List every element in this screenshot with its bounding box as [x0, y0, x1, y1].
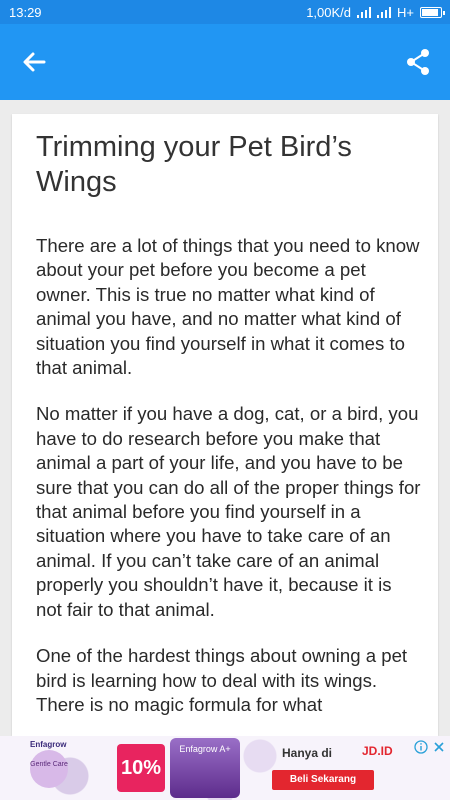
ad-promo: 10%	[117, 744, 165, 792]
close-icon[interactable]	[432, 740, 446, 754]
ad-cta-button[interactable]: Beli Sekarang	[272, 770, 374, 790]
ad-banner[interactable]: Enfagrow Gentle Care 10% Enfagrow A+ Han…	[0, 736, 450, 800]
status-bar: 13:29 1,00K/d H+	[0, 0, 450, 24]
article-title: Trimming your Pet Bird’s Wings	[36, 131, 352, 198]
share-icon[interactable]	[402, 46, 434, 78]
network-type: H+	[397, 5, 414, 20]
article-paragraph: One of the hardest things about owning a…	[36, 645, 408, 715]
ad-product-image: Enfagrow A+	[170, 738, 240, 798]
status-time: 13:29	[9, 5, 42, 20]
network-speed: 1,00K/d	[306, 5, 352, 20]
info-icon[interactable]	[414, 740, 428, 754]
article-paragraph: No matter if you have a dog, cat, or a b…	[36, 403, 421, 620]
article-paragraph: There are a lot of things that you need …	[36, 235, 420, 379]
status-icons: 1,00K/d H+	[306, 5, 445, 20]
app-toolbar	[0, 24, 450, 100]
ad-store-logo: JD.ID	[362, 744, 393, 758]
ad-badge: Gentle Care	[30, 750, 68, 788]
signal-icon	[357, 7, 372, 18]
battery-icon	[420, 7, 445, 18]
ad-brand-logo: Enfagrow	[30, 740, 67, 749]
article-body: There are a lot of things that you need …	[36, 234, 421, 736]
battery-level	[422, 9, 439, 16]
article-card: Trimming your Pet Bird’s Wings There are…	[12, 114, 438, 736]
arrow-left-icon[interactable]	[18, 46, 50, 78]
ad-hanya-text: Hanya di	[282, 746, 333, 760]
signal-icon-2	[377, 7, 392, 18]
